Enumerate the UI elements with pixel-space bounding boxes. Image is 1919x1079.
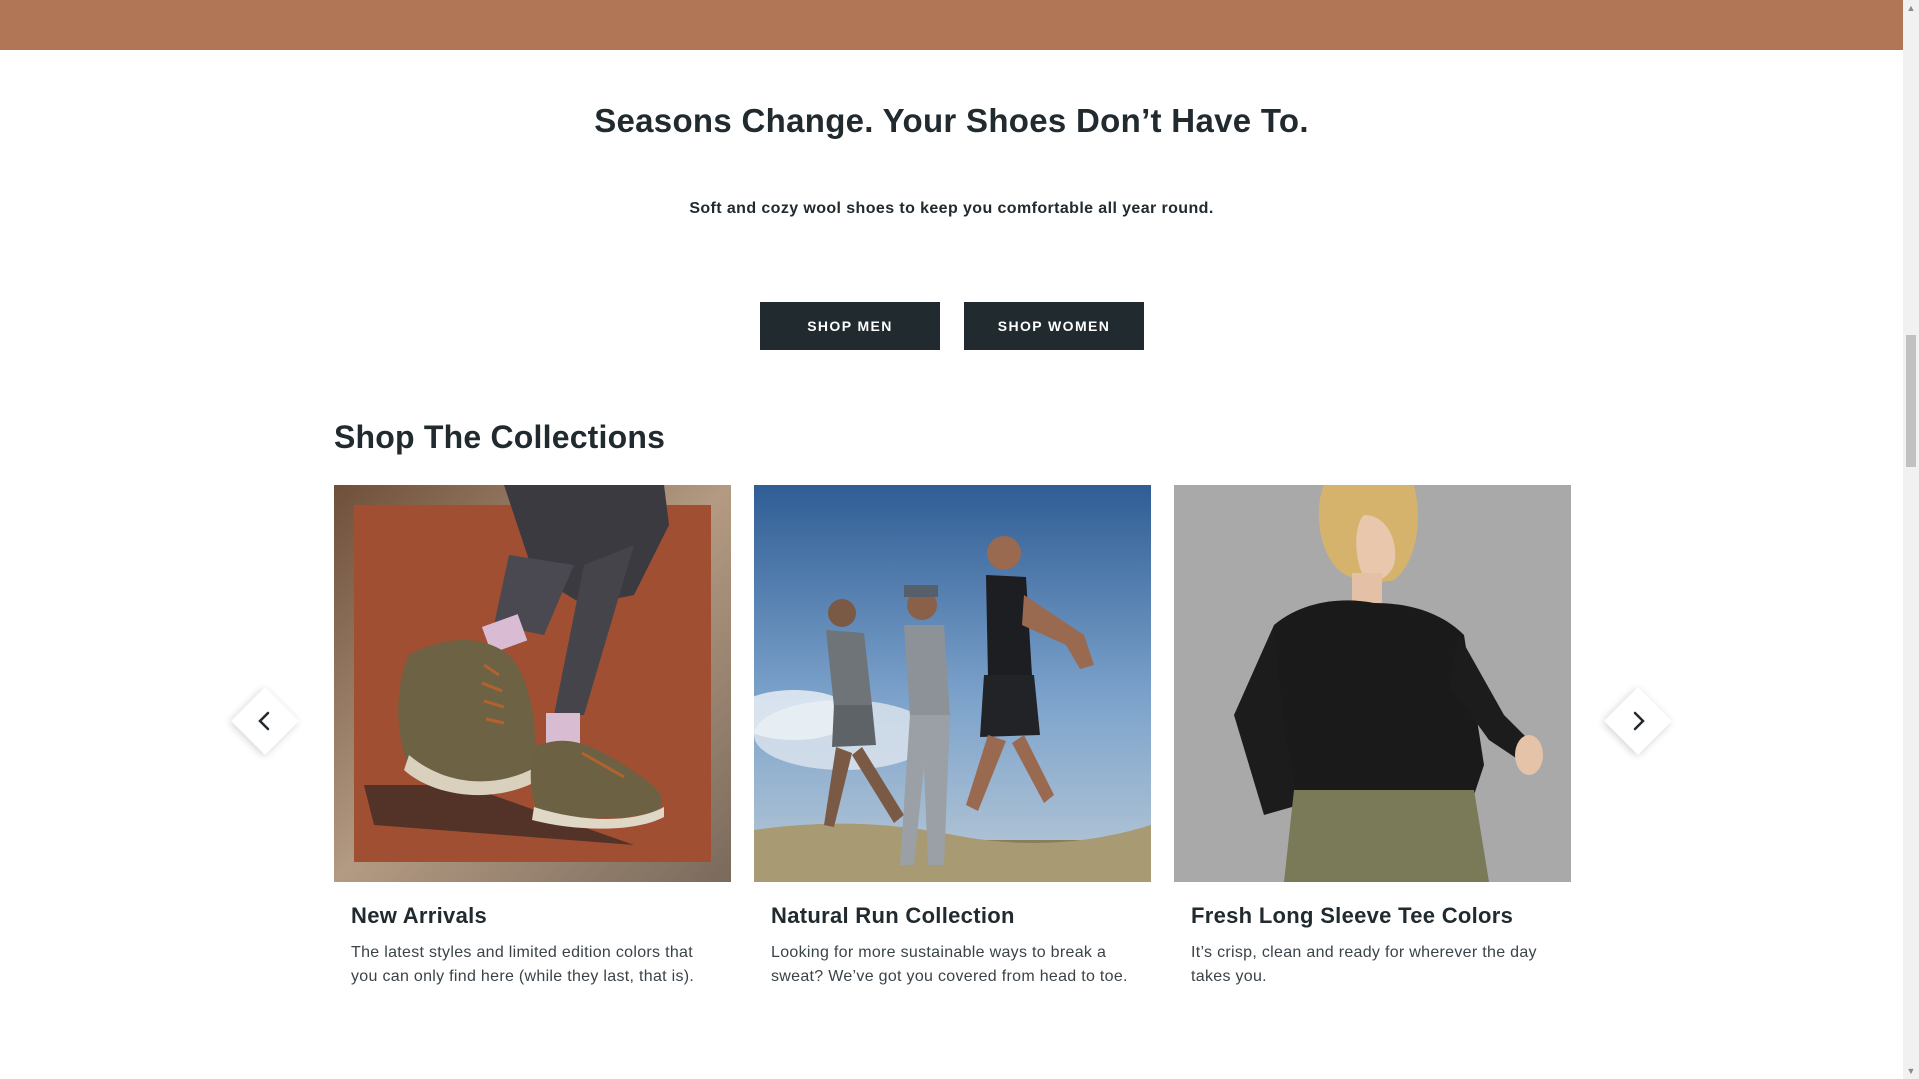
scroll-down-icon[interactable]: ▼ xyxy=(1903,1063,1919,1079)
card-description: It’s crisp, clean and ready for wherever… xyxy=(1191,944,1537,985)
carousel-next-button[interactable] xyxy=(1604,687,1672,755)
long-sleeve-tee-image[interactable] xyxy=(1174,485,1571,882)
page-scrollbar[interactable]: ▲ ▼ xyxy=(1903,0,1919,1079)
card-title[interactable]: Natural Run Collection xyxy=(771,903,1015,929)
new-arrivals-image[interactable] xyxy=(334,485,731,882)
scroll-up-icon[interactable]: ▲ xyxy=(1903,0,1919,16)
shop-women-button[interactable]: SHOP WOMEN xyxy=(964,302,1144,350)
card-description: The latest styles and limited edition co… xyxy=(351,944,695,985)
collection-card-new-arrivals[interactable]: New Arrivals The latest styles and limit… xyxy=(334,485,731,985)
natural-run-image[interactable] xyxy=(754,485,1151,882)
collection-card-natural-run[interactable]: Natural Run Collection Looking for more … xyxy=(754,485,1151,985)
chevron-right-icon xyxy=(1633,711,1645,731)
hero-title: Seasons Change. Your Shoes Don’t Have To… xyxy=(594,102,1309,139)
chevron-left-icon xyxy=(258,711,270,731)
carousel-prev-button[interactable] xyxy=(231,687,299,755)
collection-card-long-sleeve-tee[interactable]: Fresh Long Sleeve Tee Colors It’s crisp,… xyxy=(1174,485,1571,985)
card-title[interactable]: New Arrivals xyxy=(351,903,487,929)
shop-men-button[interactable]: SHOP MEN xyxy=(760,302,940,350)
scroll-thumb[interactable] xyxy=(1906,335,1916,467)
card-description: Looking for more sustainable ways to bre… xyxy=(771,944,1128,985)
collections-title: Shop The Collections xyxy=(334,419,666,455)
top-banner xyxy=(0,0,1903,50)
hero-subtitle: Soft and cozy wool shoes to keep you com… xyxy=(689,200,1214,217)
card-title[interactable]: Fresh Long Sleeve Tee Colors xyxy=(1191,903,1513,929)
